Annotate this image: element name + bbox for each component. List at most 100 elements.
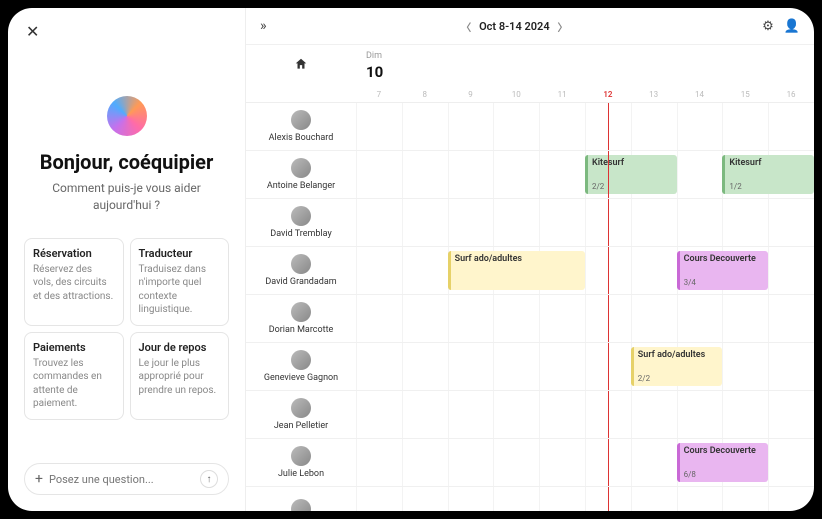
- person-name: Julie Lebon: [278, 470, 324, 480]
- event-title: Surf ado/adultes: [455, 254, 581, 264]
- slots[interactable]: [356, 487, 814, 511]
- hour-label: 8: [402, 87, 448, 102]
- slots[interactable]: Surf ado/adultes Cours Decouverte 3/4: [356, 247, 814, 294]
- calendar-row: David Tremblay: [246, 199, 814, 247]
- event-block[interactable]: Kitesurf1/2: [722, 155, 814, 194]
- calendar-date-header: Dim 10: [246, 45, 814, 87]
- avatar: [291, 254, 311, 274]
- hours-row: 78910111213141516: [246, 87, 814, 103]
- calendar-rows: Alexis BouchardAntoine BelangerKitesurf2…: [246, 103, 814, 511]
- avatar: [291, 499, 311, 512]
- slots[interactable]: [356, 199, 814, 246]
- slots[interactable]: Kitesurf2/2 Kitesurf1/2: [356, 151, 814, 198]
- hour-label: 13: [631, 87, 677, 102]
- now-indicator: [608, 343, 609, 390]
- avatar: [291, 302, 311, 322]
- event-title: Cours Decouverte: [684, 254, 765, 264]
- person-cell[interactable]: Dorian Marcotte: [246, 295, 356, 342]
- slots[interactable]: Cours Decouverte 6/8: [356, 439, 814, 486]
- now-indicator: [608, 151, 609, 198]
- person-cell[interactable]: Julie Lebon: [246, 439, 356, 486]
- close-icon[interactable]: ✕: [26, 22, 39, 41]
- app-frame: ✕ Bonjour, coéquipier Comment puis-je vo…: [8, 8, 814, 511]
- greeting-subtitle: Comment puis-je vous aider aujourd'hui ?: [24, 180, 229, 214]
- person-cell[interactable]: Antoine Belanger: [246, 151, 356, 198]
- topbar: » 〈 Oct 8-14 2024 〉 ⚙ 👤: [246, 8, 814, 45]
- calendar-row: Jean Pelletier: [246, 391, 814, 439]
- hour-label: 16: [768, 87, 814, 102]
- hour-label: 11: [539, 87, 585, 102]
- person-name: Jean Pelletier: [274, 422, 328, 432]
- event-block[interactable]: Cours Decouverte 3/4: [677, 251, 769, 290]
- person-name: Dorian Marcotte: [269, 326, 334, 336]
- suggestion-card[interactable]: TraducteurTraduisez dans n'importe quel …: [130, 238, 230, 326]
- card-desc: Trouvez les commandes en attente de paie…: [33, 357, 115, 411]
- send-icon[interactable]: ↑: [200, 470, 218, 488]
- event-capacity: 2/2: [592, 182, 604, 191]
- event-block[interactable]: Surf ado/adultes2/2: [631, 347, 723, 386]
- card-title: Jour de repos: [139, 341, 221, 354]
- hour-label: 12: [585, 87, 631, 102]
- person-name: David Tremblay: [270, 230, 331, 240]
- suggestion-card[interactable]: Jour de reposLe jour le plus approprié p…: [130, 332, 230, 420]
- suggestion-card[interactable]: PaiementsTrouvez les commandes en attent…: [24, 332, 124, 420]
- home-col: [246, 45, 356, 87]
- composer[interactable]: + ↑: [24, 463, 229, 495]
- slots[interactable]: [356, 391, 814, 438]
- day-num: 10: [356, 63, 814, 87]
- event-capacity: 1/2: [729, 182, 741, 191]
- suggestion-cards: RéservationRéservez des vols, des circui…: [24, 238, 229, 420]
- chevron-right-icon[interactable]: 〉: [558, 19, 568, 34]
- hour-label: 14: [677, 87, 723, 102]
- now-indicator: [608, 487, 609, 511]
- person-cell[interactable]: Genevieve Gagnon: [246, 343, 356, 390]
- event-capacity: 2/2: [638, 374, 650, 383]
- person-cell[interactable]: Alexis Bouchard: [246, 103, 356, 150]
- calendar-row: David Grandadam Surf ado/adultes Cours Dec…: [246, 247, 814, 295]
- calendar-row: Antoine Belanger Kitesurf2/2 Kitesurf1/2: [246, 151, 814, 199]
- date-range-label[interactable]: Oct 8-14 2024: [479, 20, 550, 33]
- now-indicator: [608, 295, 609, 342]
- calendar-row: Dorian Marcotte: [246, 295, 814, 343]
- greeting-title: Bonjour, coéquipier: [40, 150, 214, 174]
- topbar-icons: ⚙ 👤: [762, 19, 800, 34]
- calendar-body: Dim 10 78910111213141516 Alexis Bouchard…: [246, 45, 814, 511]
- avatar: [291, 158, 311, 178]
- event-title: Cours Decouverte: [684, 446, 765, 456]
- slots[interactable]: [356, 103, 814, 150]
- person-cell[interactable]: Jean Pelletier: [246, 391, 356, 438]
- date-range-nav: 〈 Oct 8-14 2024 〉: [267, 19, 763, 34]
- avatar: [291, 398, 311, 418]
- person-cell[interactable]: David Tremblay: [246, 199, 356, 246]
- person-cell[interactable]: [246, 487, 356, 511]
- person-name: Alexis Bouchard: [269, 134, 334, 144]
- suggestion-card[interactable]: RéservationRéservez des vols, des circui…: [24, 238, 124, 326]
- person-cell[interactable]: David Grandadam: [246, 247, 356, 294]
- event-block[interactable]: Cours Decouverte 6/8: [677, 443, 769, 482]
- assistant-hero: Bonjour, coéquipier Comment puis-je vous…: [24, 96, 229, 214]
- assistant-orb-icon: [107, 96, 147, 136]
- avatar: [291, 446, 311, 466]
- gear-icon[interactable]: ⚙: [762, 19, 774, 34]
- now-indicator: [608, 247, 609, 294]
- chevron-left-icon[interactable]: 〈: [461, 19, 471, 34]
- plus-icon[interactable]: +: [35, 471, 43, 487]
- person-name: David Grandadam: [265, 278, 336, 288]
- day-header: Dim 10: [356, 45, 814, 87]
- home-icon[interactable]: [294, 57, 308, 75]
- event-block[interactable]: Surf ado/adultes: [448, 251, 585, 290]
- hour-label: 15: [722, 87, 768, 102]
- composer-input[interactable]: [49, 473, 200, 486]
- event-capacity: 6/8: [684, 470, 696, 479]
- slots[interactable]: [356, 295, 814, 342]
- slots[interactable]: Surf ado/adultes2/2: [356, 343, 814, 390]
- calendar-main: » 〈 Oct 8-14 2024 〉 ⚙ 👤 Dim 10: [246, 8, 814, 511]
- event-block[interactable]: Kitesurf2/2: [585, 155, 677, 194]
- calendar-row: Julie Lebon Cours Decouverte 6/8: [246, 439, 814, 487]
- now-indicator: [608, 199, 609, 246]
- person-name: Genevieve Gagnon: [264, 374, 338, 384]
- avatar: [291, 110, 311, 130]
- day-label: Dim: [356, 45, 814, 63]
- event-capacity: 3/4: [684, 278, 696, 287]
- user-icon[interactable]: 👤: [784, 19, 800, 34]
